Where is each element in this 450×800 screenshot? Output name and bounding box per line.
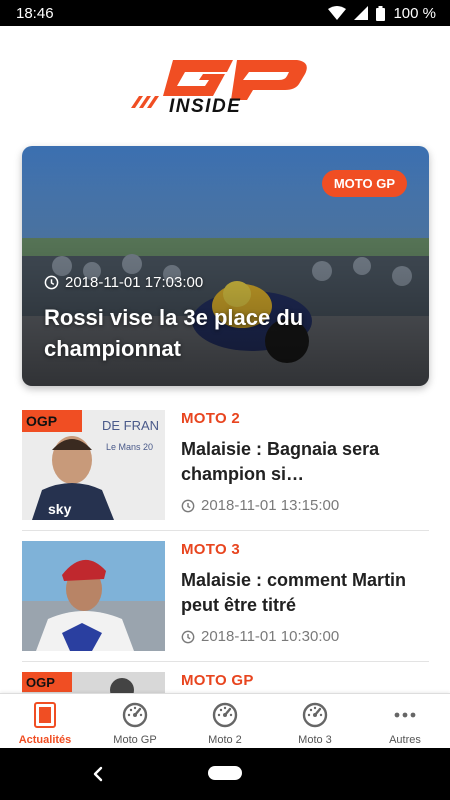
news-icon xyxy=(34,702,56,728)
svg-text:DE FRAN: DE FRAN xyxy=(102,418,159,433)
svg-text:OGP: OGP xyxy=(26,413,57,429)
nav-item-actualites[interactable]: Actualités xyxy=(0,694,90,748)
status-icons: 100 % xyxy=(328,5,436,22)
nav-label: Actualités xyxy=(18,734,72,746)
nav-item-moto-2[interactable]: Moto 2 xyxy=(180,694,270,748)
status-time: 18:46 xyxy=(16,4,54,22)
speedometer-icon xyxy=(122,702,148,728)
signal-icon xyxy=(354,6,369,20)
article-title: Malaisie : Bagnaia sera champion si… xyxy=(181,439,380,484)
battery-level: 100 % xyxy=(393,4,436,22)
article-category: MOTO 2 xyxy=(181,410,241,427)
system-navigation-bar xyxy=(0,748,450,800)
status-bar: 18:46 100 % xyxy=(0,0,450,26)
back-icon[interactable] xyxy=(88,762,108,786)
article-text: MOTO 2 Malaisie : Bagnaia sera champion … xyxy=(181,410,429,514)
clock-icon xyxy=(44,275,59,290)
nav-item-moto-gp[interactable]: Moto GP xyxy=(90,694,180,748)
speedometer-icon xyxy=(302,702,328,728)
more-icon xyxy=(394,712,416,718)
featured-article-title: Rossi vise la 3e place du championnat xyxy=(44,305,304,361)
nav-label: Autres xyxy=(389,734,421,746)
nav-label: Moto 3 xyxy=(298,734,332,746)
bottom-navigation: Actualités Moto GP Moto 2 Moto 3 Autres xyxy=(0,693,450,748)
nav-item-moto-3[interactable]: Moto 3 xyxy=(270,694,360,748)
svg-text:OGP: OGP xyxy=(26,675,55,690)
svg-text:sky: sky xyxy=(48,501,72,517)
article-text: MOTO GP xyxy=(181,672,429,689)
featured-article-datetime: 2018-11-01 17:03:00 xyxy=(65,274,204,291)
list-item[interactable]: OGP DE FRAN Le Mans 20 sky MOTO 2 Malais… xyxy=(22,400,429,531)
svg-text:Le Mans 20: Le Mans 20 xyxy=(106,442,153,452)
article-datetime: 2018-11-01 13:15:00 xyxy=(201,497,340,514)
app-logo: INSIDE xyxy=(0,56,450,116)
nav-item-autres[interactable]: Autres xyxy=(360,694,450,748)
article-meta: 2018-11-01 13:15:00 xyxy=(181,497,429,514)
battery-icon xyxy=(376,5,386,21)
nav-label: Moto GP xyxy=(113,734,157,746)
category-badge[interactable]: MOTO GP xyxy=(321,170,407,197)
wifi-icon xyxy=(328,6,347,20)
nav-label: Moto 2 xyxy=(208,734,242,746)
article-thumbnail xyxy=(22,541,165,651)
list-item[interactable]: MOTO 3 Malaisie : comment Martin peut êt… xyxy=(22,531,429,662)
article-category: MOTO 3 xyxy=(181,541,241,558)
article-category: MOTO GP xyxy=(181,672,254,689)
article-datetime: 2018-11-01 10:30:00 xyxy=(201,628,340,645)
speedometer-icon xyxy=(212,702,238,728)
svg-text:INSIDE: INSIDE xyxy=(169,96,241,116)
article-text: MOTO 3 Malaisie : comment Martin peut êt… xyxy=(181,541,429,645)
home-button[interactable] xyxy=(208,766,242,780)
article-meta: 2018-11-01 10:30:00 xyxy=(181,628,429,645)
featured-article-meta: 2018-11-01 17:03:00 xyxy=(44,274,203,291)
featured-article-card[interactable]: MOTO GP 2018-11-01 17:03:00 Rossi vise l… xyxy=(22,146,429,386)
article-thumbnail: OGP DE FRAN Le Mans 20 sky xyxy=(22,410,165,520)
clock-icon xyxy=(181,499,195,512)
article-title: Malaisie : comment Martin peut être titr… xyxy=(181,570,407,615)
clock-icon xyxy=(181,630,195,643)
